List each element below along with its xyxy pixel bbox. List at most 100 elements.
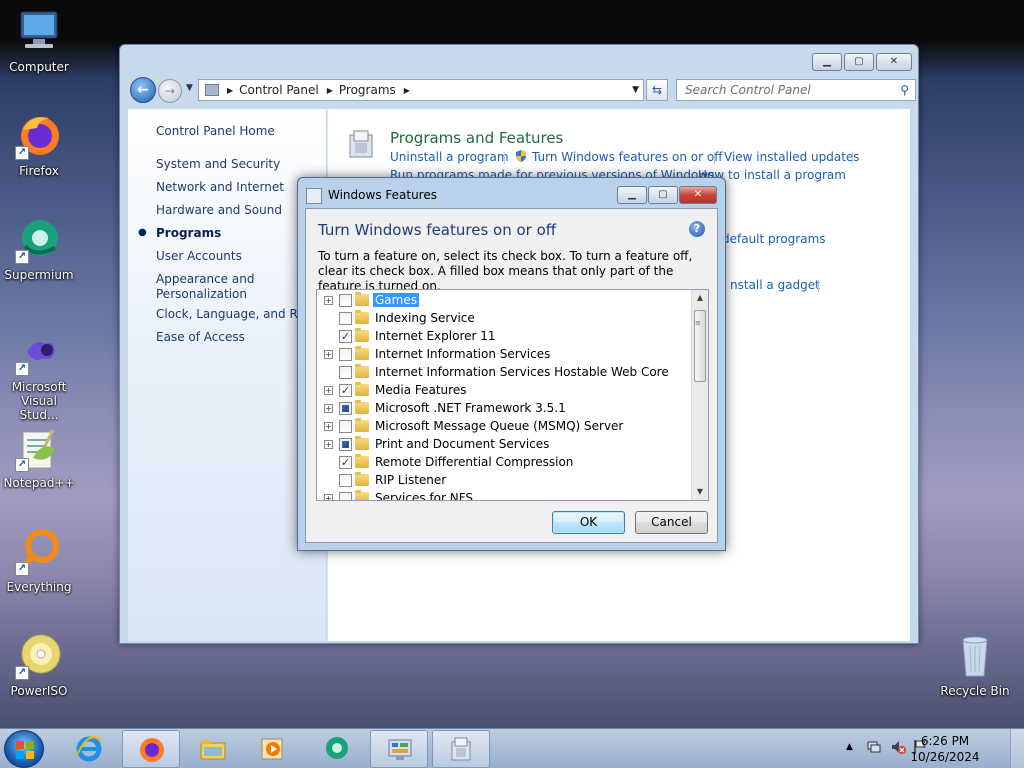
taskbar-media-player[interactable] [244,730,302,768]
desktop-icon-notepadpp[interactable]: ↗ Notepad++ [2,424,76,490]
feature-checkbox[interactable]: ✓ [339,456,352,469]
desktop-icon-everything[interactable]: ↗ Everything [2,528,76,594]
taskbar-firefox[interactable] [122,730,180,768]
show-hidden-icons-icon[interactable]: ▲ [846,742,853,752]
feature-checkbox[interactable] [339,474,352,487]
volume-muted-icon[interactable] [890,739,906,755]
start-button[interactable] [4,730,44,768]
expand-plus-icon[interactable]: + [324,494,333,500]
address-bar[interactable]: ▶ Control Panel ▶ Programs ▶ ▼ [198,79,644,101]
chevron-right-icon[interactable]: ▶ [404,86,410,95]
clock[interactable]: 6:26 PM 10/26/2024 [910,733,980,765]
feature-row[interactable]: Internet Information Services Hostable W… [317,364,691,382]
feature-row[interactable]: Indexing Service [317,310,691,328]
sidebar-item-system-security[interactable]: System and Security [156,157,280,171]
desktop-icon-visual-studio[interactable]: ↗ Microsoft Visual Stud... [2,328,76,422]
feature-checkbox[interactable]: ✓ [339,330,352,343]
feature-label[interactable]: Microsoft .NET Framework 3.5.1 [373,401,568,415]
show-desktop-button[interactable] [1010,729,1024,768]
feature-row[interactable]: + Internet Information Services [317,346,691,364]
scroll-down-icon[interactable]: ▼ [692,484,708,500]
feature-row[interactable]: + Microsoft .NET Framework 3.5.1 [317,400,691,418]
cancel-button[interactable]: Cancel [635,511,708,534]
feature-checkbox[interactable]: ✓ [339,384,352,397]
network-icon[interactable] [866,739,882,755]
maximize-button[interactable]: ▢ [844,53,874,71]
feature-checkbox[interactable] [339,438,352,451]
feature-checkbox[interactable] [339,366,352,379]
feature-label[interactable]: Services for NFS [373,491,475,500]
breadcrumb-control-panel[interactable]: Control Panel [239,83,319,97]
taskbar-control-panel[interactable] [370,730,428,768]
sidebar-item-appearance[interactable]: Appearance and Personalization [156,272,266,302]
feature-label[interactable]: Microsoft Message Queue (MSMQ) Server [373,419,625,433]
feature-checkbox[interactable] [339,294,352,307]
feature-label[interactable]: RIP Listener [373,473,448,487]
view-installed-updates-link[interactable]: View installed updates [724,150,860,164]
feature-row[interactable]: ✓ Internet Explorer 11 [317,328,691,346]
sidebar-item-ease-of-access[interactable]: Ease of Access [156,330,245,344]
help-icon[interactable]: ? [689,221,705,237]
search-icon[interactable]: ⚲ [900,80,909,100]
feature-label[interactable]: Games [373,293,419,307]
taskbar-internet-explorer[interactable] [60,730,118,768]
sidebar-item-programs[interactable]: Programs [156,226,221,240]
address-dropdown-icon[interactable]: ▼ [632,85,639,95]
breadcrumb-programs[interactable]: Programs [339,83,396,97]
install-gadget-link[interactable]: nstall a gadget [730,278,820,292]
feature-label[interactable]: Media Features [373,383,468,397]
feature-checkbox[interactable] [339,348,352,361]
minimize-button[interactable]: ▁ [617,186,647,204]
back-button[interactable]: ← [130,77,156,103]
desktop-icon-recycle-bin[interactable]: Recycle Bin [938,632,1012,698]
feature-label[interactable]: Internet Explorer 11 [373,329,498,343]
expand-plus-icon[interactable]: + [324,404,333,413]
sidebar-item-clock-language[interactable]: Clock, Language, and Regi [156,307,316,321]
scroll-up-icon[interactable]: ▲ [692,290,708,306]
desktop-icon-supermium[interactable]: ↗ Supermium [2,216,76,282]
minimize-button[interactable]: ▁ [812,53,842,71]
chevron-right-icon[interactable]: ▶ [327,86,333,95]
turn-windows-features-link[interactable]: Turn Windows features on or off [532,150,723,164]
desktop-icon-firefox[interactable]: ↗ Firefox [2,112,76,178]
sidebar-item-user-accounts[interactable]: User Accounts [156,249,242,263]
recent-pages-dropdown[interactable]: ▼ [186,83,193,93]
feature-row[interactable]: + Microsoft Message Queue (MSMQ) Server [317,418,691,436]
feature-checkbox[interactable] [339,420,352,433]
taskbar-file-explorer[interactable] [184,730,242,768]
chevron-right-icon[interactable]: ▶ [227,86,233,95]
desktop-icon-poweriso[interactable]: ↗ PowerISO [2,632,76,698]
feature-row[interactable]: + Print and Document Services [317,436,691,454]
ok-button[interactable]: OK [552,511,625,534]
feature-label[interactable]: Internet Information Services Hostable W… [373,365,671,379]
sidebar-item-home[interactable]: Control Panel Home [156,124,275,138]
feature-row[interactable]: RIP Listener [317,472,691,490]
feature-row[interactable]: + Services for NFS [317,490,691,500]
feature-row[interactable]: ✓ Remote Differential Compression [317,454,691,472]
taskbar-windows-features[interactable] [432,730,490,768]
expand-plus-icon[interactable]: + [324,422,333,431]
expand-plus-icon[interactable]: + [324,440,333,449]
default-programs-link[interactable]: default programs [722,232,826,246]
close-button[interactable]: ✕ [679,186,717,204]
vertical-scrollbar[interactable]: ▲ ≡ ▼ [691,290,708,500]
sidebar-item-network-internet[interactable]: Network and Internet [156,180,284,194]
feature-checkbox[interactable] [339,402,352,415]
forward-button[interactable]: → [158,79,182,103]
search-input[interactable]: Search Control Panel ⚲ [676,79,916,101]
expand-plus-icon[interactable]: + [324,350,333,359]
feature-label[interactable]: Indexing Service [373,311,477,325]
feature-row[interactable]: + Games [317,292,691,310]
feature-label[interactable]: Print and Document Services [373,437,551,451]
maximize-button[interactable]: ▢ [648,186,678,204]
expand-plus-icon[interactable]: + [324,386,333,395]
refresh-button[interactable]: ⇆ [646,79,668,101]
feature-checkbox[interactable] [339,312,352,325]
feature-row[interactable]: + ✓ Media Features [317,382,691,400]
sidebar-item-hardware-sound[interactable]: Hardware and Sound [156,203,282,217]
expand-plus-icon[interactable]: + [324,296,333,305]
uninstall-program-link[interactable]: Uninstall a program [390,150,509,164]
taskbar-supermium[interactable] [308,730,366,768]
feature-checkbox[interactable] [339,492,352,500]
feature-label[interactable]: Internet Information Services [373,347,552,361]
